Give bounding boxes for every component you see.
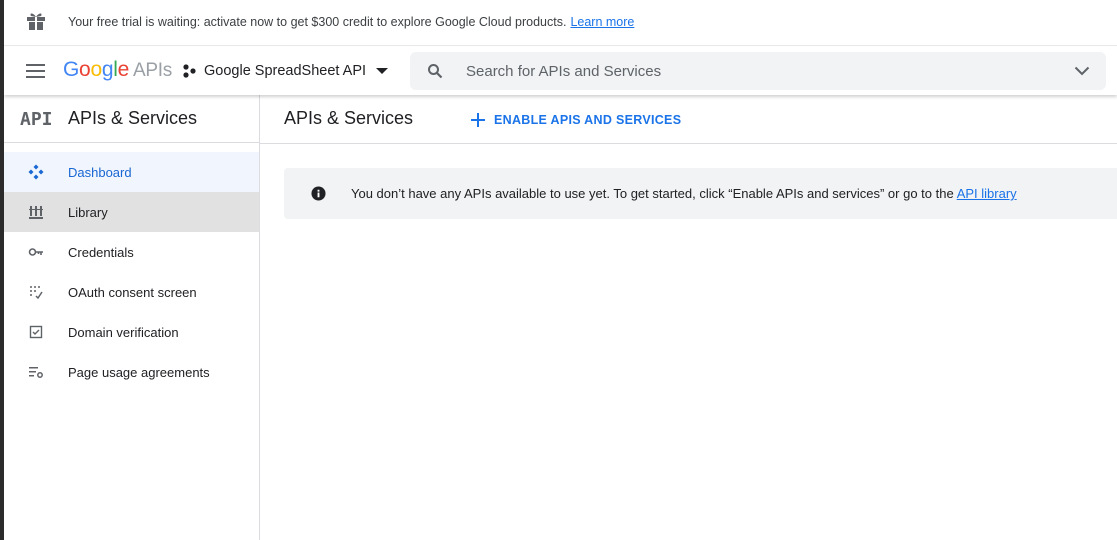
checkbox-icon: [29, 325, 43, 339]
sidebar-nav: Dashboard Library Credentials OAuth cons…: [4, 152, 259, 392]
chevron-down-icon[interactable]: [1074, 66, 1090, 76]
notice-message: You don’t have any APIs available to use…: [351, 186, 954, 201]
sidebar-item-label: Dashboard: [68, 165, 132, 180]
page-title: APIs & Services: [284, 108, 414, 128]
app-window: Your free trial is waiting: activate now…: [4, 0, 1117, 540]
sidebar-item-dashboard[interactable]: Dashboard: [4, 152, 259, 192]
caret-down-icon: [376, 68, 389, 74]
consent-screen-icon: [30, 286, 43, 300]
info-icon: [311, 186, 326, 201]
sidebar-item-label: Credentials: [68, 245, 134, 260]
search-input[interactable]: [466, 59, 1046, 83]
search-icon: [428, 64, 443, 79]
main-header: APIs & Services ENABLE APIS AND SERVICES: [260, 95, 1117, 144]
learn-more-link[interactable]: Learn more: [570, 15, 634, 29]
gift-icon: [26, 11, 46, 31]
banner-message: Your free trial is waiting: activate now…: [68, 15, 567, 29]
settings-list-icon: [29, 367, 43, 378]
sidebar: API APIs & Services Dashboard Library Cr…: [4, 95, 260, 540]
sidebar-item-oauth-consent[interactable]: OAuth consent screen: [4, 272, 259, 312]
dashboard-icon: [28, 164, 44, 180]
info-notice: You don’t have any APIs available to use…: [284, 168, 1117, 219]
sidebar-item-credentials[interactable]: Credentials: [4, 232, 259, 272]
trial-banner: Your free trial is waiting: activate now…: [4, 0, 1117, 46]
sidebar-header: API APIs & Services: [4, 95, 259, 143]
sidebar-item-label: Page usage agreements: [68, 365, 210, 380]
sidebar-item-label: Library: [68, 205, 108, 220]
sidebar-item-page-usage[interactable]: Page usage agreements: [4, 352, 259, 392]
enable-apis-button[interactable]: ENABLE APIS AND SERVICES: [470, 109, 681, 131]
sidebar-item-domain-verification[interactable]: Domain verification: [4, 312, 259, 352]
project-selector[interactable]: Google SpreadSheet API: [182, 59, 389, 83]
banner-text: Your free trial is waiting: activate now…: [68, 15, 634, 29]
api-icon: API: [20, 109, 53, 130]
sidebar-title: APIs & Services: [68, 108, 198, 128]
main-content: APIs & Services ENABLE APIS AND SERVICES…: [260, 95, 1117, 540]
top-header: Google APIs Google SpreadSheet API: [4, 47, 1117, 95]
logo-letter: e: [117, 58, 130, 81]
library-icon: [29, 206, 43, 219]
api-library-link[interactable]: API library: [957, 186, 1017, 201]
hamburger-menu-icon: [26, 64, 45, 78]
search-bar[interactable]: [410, 52, 1106, 90]
sidebar-item-label: OAuth consent screen: [68, 285, 197, 300]
enable-apis-label: ENABLE APIS AND SERVICES: [494, 113, 682, 127]
logo-letter: G: [63, 58, 80, 81]
sidebar-item-library[interactable]: Library: [4, 192, 259, 232]
project-icon: [183, 64, 196, 78]
google-apis-logo[interactable]: Google APIs: [63, 58, 172, 82]
logo-letter: o: [79, 58, 91, 81]
plus-icon: [471, 113, 485, 127]
logo-suffix: APIs: [132, 60, 172, 81]
project-name: Google SpreadSheet API: [204, 63, 367, 79]
menu-button[interactable]: [24, 60, 48, 82]
key-icon: [28, 248, 43, 256]
logo-letter: g: [101, 58, 114, 81]
logo-letter: o: [90, 58, 102, 81]
sidebar-item-label: Domain verification: [68, 325, 179, 340]
notice-text: You don’t have any APIs available to use…: [351, 186, 1017, 201]
